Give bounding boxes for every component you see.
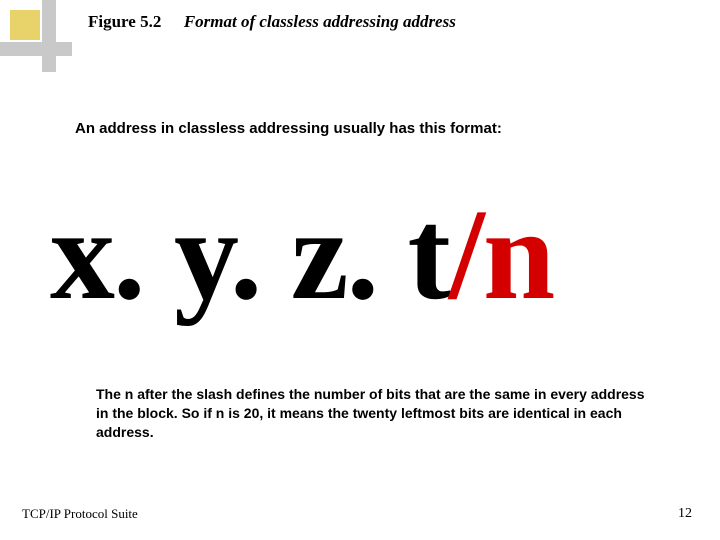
address-prefix-part: /n [449, 183, 553, 327]
footer-book-title: TCP/IP Protocol Suite [22, 506, 138, 522]
footer-page-number: 12 [678, 506, 692, 522]
address-bytes-part: x. y. z. t [50, 183, 449, 327]
figure-header: Figure 5.2 Format of classless addressin… [88, 12, 700, 32]
corner-horizontal-bar [0, 42, 72, 56]
figure-label: Figure 5.2 [88, 12, 161, 31]
slide-corner-decoration [0, 0, 80, 80]
intro-text: An address in classless addressing usual… [75, 120, 680, 137]
explanation-text: The n after the slash defines the number… [96, 385, 660, 442]
figure-title: Format of classless addressing address [184, 12, 456, 31]
corner-square [10, 10, 40, 40]
corner-vertical-bar [42, 0, 56, 72]
address-format-display: x. y. z. t/n [50, 190, 680, 320]
